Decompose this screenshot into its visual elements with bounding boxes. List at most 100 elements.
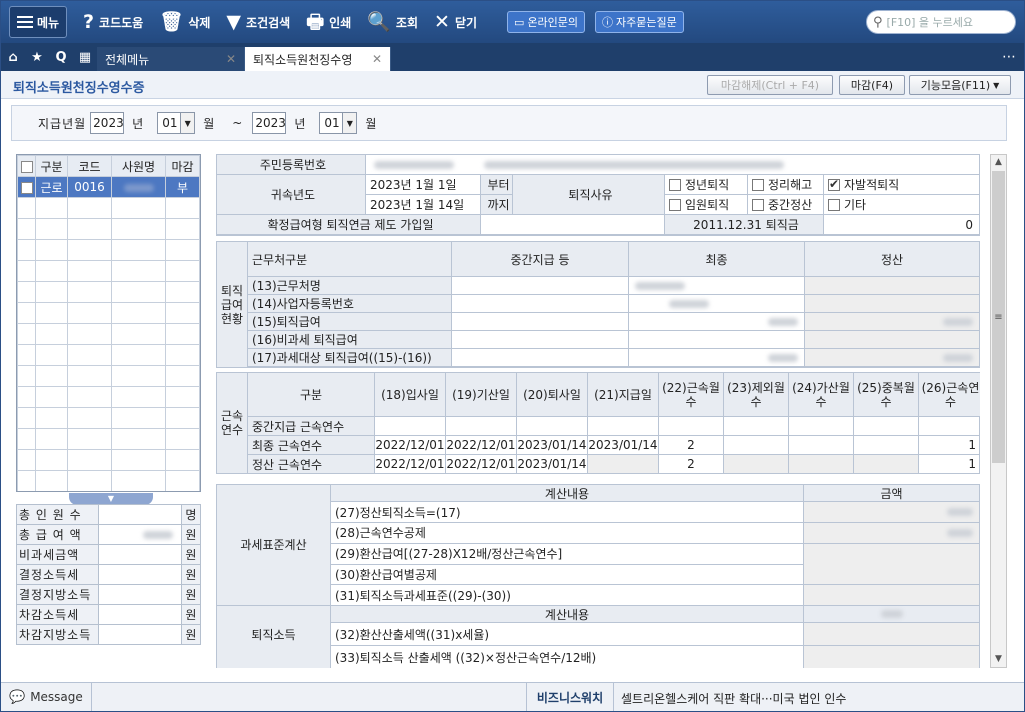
tax-amount-cell[interactable] bbox=[804, 522, 980, 544]
pay-settle-cell[interactable] bbox=[805, 277, 980, 295]
reason-layoff[interactable]: 정리해고 bbox=[748, 175, 824, 195]
pay-final-cell[interactable] bbox=[629, 313, 805, 331]
service-cell[interactable] bbox=[446, 417, 517, 436]
reason-interim[interactable]: 중간정산 bbox=[748, 195, 824, 215]
pay-final-cell[interactable] bbox=[629, 349, 805, 367]
pay-settle-cell[interactable] bbox=[805, 313, 980, 331]
help-code-button[interactable]: ? 코드도움 bbox=[83, 6, 143, 38]
table-row[interactable] bbox=[17, 260, 200, 282]
date-to[interactable]: 2023년 1월 14일 bbox=[366, 195, 481, 215]
close-window-button[interactable]: ✕ 닫기 bbox=[434, 6, 477, 38]
table-row[interactable] bbox=[17, 428, 200, 450]
calc-amount-cell[interactable] bbox=[804, 623, 980, 646]
table-row[interactable] bbox=[17, 365, 200, 387]
to-month-select[interactable]: 01 ▼ bbox=[319, 112, 358, 134]
chevron-down-icon[interactable]: ▼ bbox=[991, 652, 1006, 667]
print-button[interactable]: 🖶 인쇄 bbox=[306, 6, 351, 38]
service-cell[interactable] bbox=[724, 436, 789, 455]
pay-settle-cell[interactable] bbox=[805, 349, 980, 367]
pay-settle-cell[interactable] bbox=[805, 295, 980, 313]
pay-final-cell[interactable] bbox=[629, 295, 805, 313]
date-from[interactable]: 2023년 1월 1일 bbox=[366, 175, 481, 195]
reason-retire-age[interactable]: 정년퇴직 bbox=[665, 175, 748, 195]
calc-amount-cell[interactable] bbox=[804, 646, 980, 668]
grid-icon[interactable]: ▦ bbox=[73, 43, 97, 71]
service-cell[interactable] bbox=[724, 417, 789, 436]
table-row[interactable] bbox=[17, 449, 200, 471]
faq-button[interactable]: ⓘ 자주묻는질문 bbox=[595, 11, 684, 33]
table-row[interactable] bbox=[17, 281, 200, 303]
service-cell[interactable]: 2022/12/01 bbox=[446, 455, 517, 474]
service-cell[interactable] bbox=[854, 436, 919, 455]
service-cell[interactable]: 2023/01/14 bbox=[517, 455, 588, 474]
table-row[interactable]: 근로 0016 부 bbox=[17, 176, 200, 198]
pay-interim-cell[interactable] bbox=[452, 313, 629, 331]
close-icon[interactable]: ✕ bbox=[226, 52, 236, 66]
service-cell[interactable]: 1 bbox=[919, 436, 980, 455]
chevron-up-icon[interactable]: ▲ bbox=[991, 155, 1006, 170]
service-cell[interactable]: 2 bbox=[659, 455, 724, 474]
service-cell[interactable]: 2022/12/01 bbox=[375, 455, 446, 474]
table-row[interactable] bbox=[17, 323, 200, 345]
tax-amount-cell[interactable] bbox=[804, 585, 980, 607]
delete-button[interactable]: 🗑 삭제 bbox=[159, 6, 210, 38]
service-cell[interactable] bbox=[789, 436, 854, 455]
pay-interim-cell[interactable] bbox=[452, 277, 629, 295]
scroll-thumb[interactable]: ≡ bbox=[992, 171, 1005, 463]
table-row[interactable] bbox=[17, 407, 200, 429]
from-month-select[interactable]: 01 ▼ bbox=[157, 112, 196, 134]
table-row[interactable] bbox=[17, 302, 200, 324]
service-cell[interactable]: 1 bbox=[919, 455, 980, 474]
tab-severance-receipt[interactable]: 퇴직소득원천징수영 ✕ bbox=[245, 47, 391, 71]
home-icon[interactable]: ⌂ bbox=[1, 43, 25, 71]
quick-search-icon[interactable]: Q bbox=[49, 43, 73, 71]
service-cell[interactable] bbox=[789, 455, 854, 474]
service-cell[interactable] bbox=[659, 417, 724, 436]
tax-amount-cell[interactable] bbox=[804, 564, 980, 586]
service-cell[interactable] bbox=[517, 417, 588, 436]
row-checkbox[interactable] bbox=[17, 176, 36, 198]
table-row[interactable] bbox=[17, 239, 200, 261]
close-period-button[interactable]: 마감(F4) bbox=[839, 75, 905, 95]
pay-settle-cell[interactable] bbox=[805, 331, 980, 349]
close-icon[interactable]: ✕ bbox=[372, 52, 382, 66]
to-year-input[interactable]: 2023 bbox=[252, 112, 287, 134]
table-row[interactable] bbox=[17, 386, 200, 408]
pay-interim-cell[interactable] bbox=[452, 349, 629, 367]
unclose-button[interactable]: 마감해제(Ctrl + F4) bbox=[707, 75, 833, 95]
pay-final-cell[interactable] bbox=[629, 277, 805, 295]
tax-amount-cell[interactable] bbox=[804, 502, 980, 523]
table-row[interactable] bbox=[17, 218, 200, 240]
reason-executive[interactable]: 임원퇴직 bbox=[665, 195, 748, 215]
service-cell[interactable] bbox=[588, 455, 659, 474]
service-cell[interactable] bbox=[854, 417, 919, 436]
pay-interim-cell[interactable] bbox=[452, 331, 629, 349]
pension-join-value[interactable] bbox=[481, 215, 665, 235]
message-button[interactable]: 💬 Message bbox=[1, 682, 92, 711]
filter-search-button[interactable]: ▼ 조건검색 bbox=[226, 6, 290, 38]
tax-amount-cell[interactable] bbox=[804, 543, 980, 565]
service-cell[interactable]: 2023/01/14 bbox=[517, 436, 588, 455]
table-row[interactable] bbox=[17, 344, 200, 366]
tab-all-menu[interactable]: 전체메뉴 ✕ bbox=[97, 47, 245, 71]
service-cell[interactable] bbox=[724, 455, 789, 474]
news-ticker[interactable]: 셀트리온헬스케어 직판 확대···미국 법인 인수 bbox=[621, 690, 846, 707]
star-icon[interactable]: ★ bbox=[25, 43, 49, 71]
severance-2011-value[interactable]: 0 bbox=[824, 215, 980, 235]
menu-search-input[interactable]: ⚲ [F10] 을 누르세요 bbox=[866, 10, 1016, 34]
more-icon[interactable]: ⋯ bbox=[1002, 49, 1016, 65]
from-year-input[interactable]: 2023 bbox=[90, 112, 125, 134]
online-inquiry-button[interactable]: ▭ 온라인문의 bbox=[507, 11, 586, 33]
pay-interim-cell[interactable] bbox=[452, 295, 629, 313]
table-row[interactable] bbox=[17, 197, 200, 219]
service-cell[interactable]: 2023/01/14 bbox=[588, 436, 659, 455]
service-cell[interactable]: 2022/12/01 bbox=[446, 436, 517, 455]
service-cell[interactable] bbox=[789, 417, 854, 436]
service-cell[interactable] bbox=[919, 417, 980, 436]
service-cell[interactable] bbox=[375, 417, 446, 436]
vertical-scrollbar[interactable]: ▲ ≡ ▼ bbox=[990, 154, 1007, 668]
service-cell[interactable] bbox=[588, 417, 659, 436]
service-cell[interactable]: 2022/12/01 bbox=[375, 436, 446, 455]
service-cell[interactable]: 2 bbox=[659, 436, 724, 455]
select-all-checkbox[interactable] bbox=[17, 155, 36, 177]
